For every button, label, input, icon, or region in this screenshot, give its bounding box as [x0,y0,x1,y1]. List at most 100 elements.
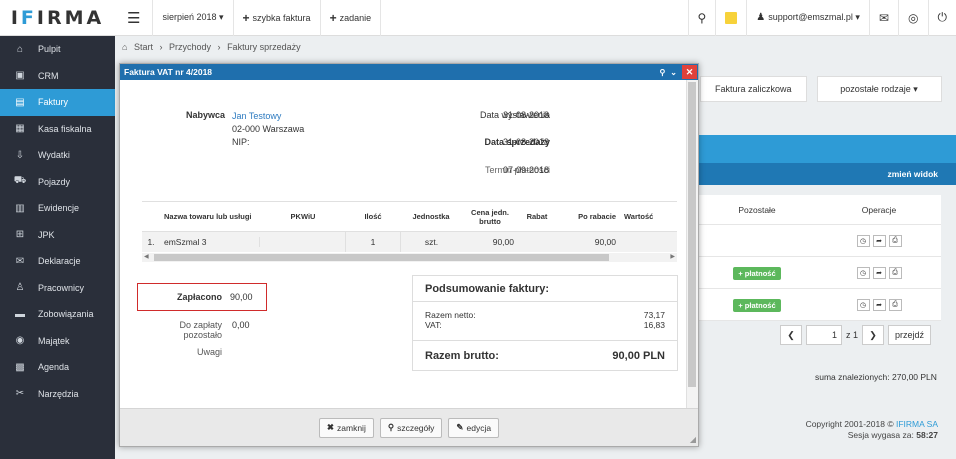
plus-icon: + [242,10,250,25]
remaining-label-wrap: Do zapłaty pozostało [140,320,222,340]
dialog-titlebar[interactable]: Faktura VAT nr 4/2018 ⚲ ⌄ ✕ [120,64,698,80]
pagination: ❮ 1 z 1 ❯ przejdź [780,325,932,345]
sidebar-item-invoice[interactable]: ▤ Faktury [0,89,115,116]
breadcrumb-home[interactable]: Start [134,42,153,52]
tools-icon: ✂ [15,388,25,400]
sidebar-item-label: Majątek [38,335,70,346]
notes-button[interactable] [715,0,746,36]
session-label: Sesja wygasa za: [847,430,914,440]
chat-icon: ✉ [878,10,890,25]
details-label: szczegóły [397,422,435,433]
quick-invoice-button[interactable]: + szybka faktura [234,0,321,36]
sidebar-item-declarations[interactable]: ✉ Deklaracje [0,248,115,275]
clock-icon[interactable]: ◷ [856,298,870,311]
clock-icon[interactable]: ◷ [856,266,870,279]
sidebar-item-liabilities[interactable]: ▬ Zobowiązania [0,301,115,328]
forward-icon[interactable]: ➦ [872,234,886,247]
edit-button[interactable]: ✎ edycja [448,417,500,438]
close-x-icon: ✖ [326,422,335,432]
page-input[interactable]: 1 [806,325,842,345]
invoice-summary: Podsumowanie faktury: Razem netto: 73,17 … [412,275,678,371]
jpk-icon: ⊞ [15,229,25,241]
sidebar-nav: ⌂ Pulpit ▣ CRM ▤ Faktury ▦ Kasa fiskalna ⇩ Wydatk… [0,36,115,407]
add-task-button[interactable]: + zadanie [321,0,382,36]
scroll-left-icon[interactable]: ◀ [144,253,149,260]
col-ops-header: Operacje [817,205,941,215]
add-payment-button[interactable]: + płatność [733,298,781,312]
invoice-items-table: Nazwa towaru lub usługi PKWiU Ilość Jedn… [142,201,677,252]
month-selector[interactable]: sierpień 2018 ▾ [153,0,234,36]
print-icon[interactable]: ⎙ [888,234,902,247]
found-sum-label: suma znalezionych: [815,372,890,382]
buyer-name-link[interactable]: Jan Testowy [232,110,304,123]
hamburger-icon: ☰ [127,9,141,27]
items-scroll-thumb[interactable] [154,254,609,261]
sidebar-item-crm[interactable]: ▣ CRM [0,63,115,90]
sidebar-item-vehicle[interactable]: ⛟ Pojazdy [0,169,115,196]
scroll-right-icon[interactable]: ▶ [670,253,675,260]
tab-other-types[interactable]: pozostałe rodzaje ▾ [816,76,942,102]
menu-toggle-button[interactable]: ☰ [115,0,154,36]
col-pkwiu: PKWiU [290,212,316,221]
chevron-down-icon[interactable]: ⌄ [670,68,677,77]
details-button[interactable]: ⚲ szczegóły [379,417,443,438]
go-page-button[interactable]: przejdź [888,325,932,345]
messages-button[interactable]: ✉ [868,0,898,36]
sidebar-item-expenses[interactable]: ⇩ Wydatki [0,142,115,169]
invoice-list: Pozostałe Operacje ◷ ➦ ⎙ + płatność ◷ ➦ … [697,195,941,321]
search-icon[interactable]: ⚲ [659,68,665,77]
invoice-preview-dialog: Faktura VAT nr 4/2018 ⚲ ⌄ ✕ Nabywca Jan … [119,63,699,447]
print-icon[interactable]: ⎙ [888,298,902,311]
attachment-button[interactable]: ⚲ [687,0,716,36]
forward-icon[interactable]: ➦ [872,266,886,279]
paid-label: Zapłacono [176,292,222,302]
buyer-label: Nabywca [186,110,226,120]
sidebar-item-records[interactable]: ▥ Ewidencje [0,195,115,222]
change-view-link[interactable]: zmień widok [887,169,938,179]
forward-icon[interactable]: ➦ [872,298,886,311]
print-icon[interactable]: ⎙ [888,266,902,279]
session-timer: 58:27 [916,430,938,440]
col-discount: Rabat [526,212,548,221]
sidebar-item-cash-register[interactable]: ▦ Kasa fiskalna [0,116,115,143]
ifirma-link[interactable]: IFIRMA SA [896,419,938,429]
sidebar-item-jpk[interactable]: ⊞ JPK [0,222,115,249]
logout-button[interactable]: ⏻ [927,0,956,36]
tab-advance-label: Faktura zaliczkowa [715,84,792,94]
breadcrumb-separator: › [217,42,221,52]
cell-name: emSzmal 3 [160,237,260,247]
col-after-discount: Po rabacie [578,212,616,221]
net-value: 73,17 [643,310,665,320]
sidebar-item-label: Deklaracje [38,256,81,267]
tab-advance-invoice[interactable]: Faktura zaliczkowa [700,76,807,102]
next-page-button[interactable]: ❯ [862,325,885,345]
agenda-icon: ▩ [15,361,25,373]
col-unit: Jednostka [412,212,450,221]
sidebar-item-dashboard[interactable]: ⌂ Pulpit [0,36,115,63]
sidebar-item-label: CRM [38,70,59,81]
sidebar-item-tools[interactable]: ✂ Narzędzia [0,381,115,408]
employees-icon: ♙ [15,282,25,294]
cell-pkwiu [260,232,346,252]
sidebar-item-agenda[interactable]: ▩ Agenda [0,354,115,381]
close-icon[interactable]: ✕ [682,65,697,79]
crm-icon: ▣ [15,70,25,82]
sidebar-item-label: Agenda [38,362,70,373]
close-button[interactable]: ✖ zamknij [318,417,374,438]
breadcrumb-revenue[interactable]: Przychody [169,42,211,52]
resize-handle-icon[interactable]: ◢ [690,435,696,444]
prev-page-button[interactable]: ❮ [780,325,802,345]
items-horizontal-scrollbar[interactable]: ◀ ▶ [142,253,677,262]
dialog-scroll-thumb[interactable] [688,82,696,387]
user-email: support@emszmal.pl ▾ [768,12,860,22]
clock-icon[interactable]: ◷ [856,234,870,247]
table-header: Pozostałe Operacje [697,195,941,225]
user-menu[interactable]: ♟ support@emszmal.pl ▾ [746,0,869,36]
help-button[interactable]: ◎ [898,0,927,36]
chevron-right-icon: ❯ [869,329,877,340]
add-payment-button[interactable]: + płatność [733,266,781,280]
invoice-type-tabs: Faktura zaliczkowa pozostałe rodzaje ▾ [700,76,942,102]
ifirma-logo[interactable]: I F IRMA [0,0,115,36]
sidebar-item-assets[interactable]: ◉ Majątek [0,328,115,355]
sidebar-item-employees[interactable]: ♙ Pracownicy [0,275,115,302]
